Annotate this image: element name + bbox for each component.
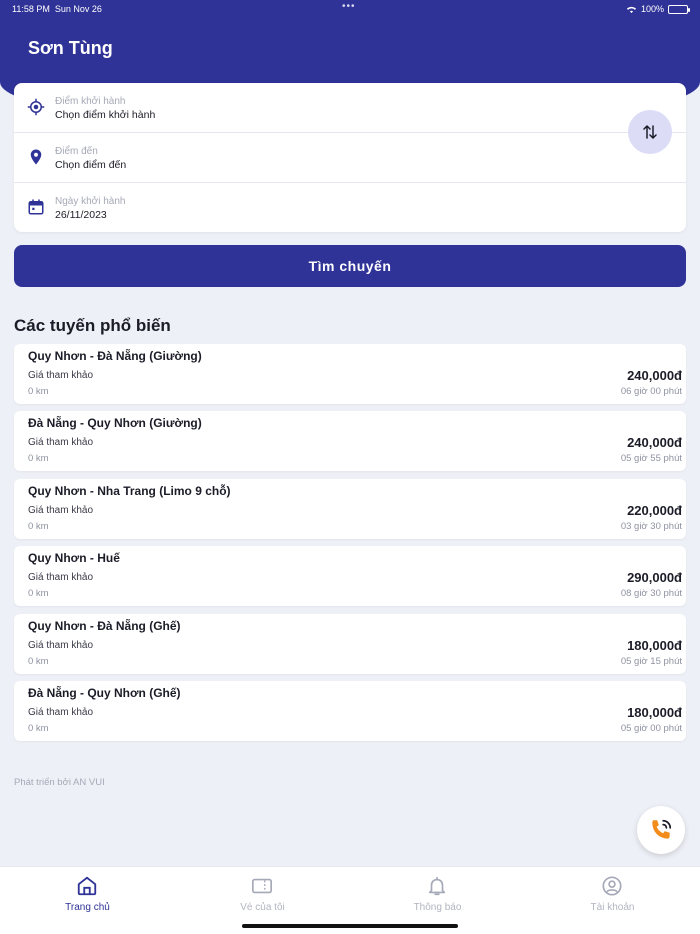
- popular-routes-title: Các tuyến phổ biến: [14, 316, 171, 335]
- departure-field[interactable]: Điểm khởi hành Chọn điểm khởi hành: [14, 83, 686, 132]
- route-card[interactable]: Quy Nhơn - Nha Trang (Limo 9 chỗ) Giá tha…: [14, 478, 686, 539]
- route-name: Quy Nhơn - Đà Nẵng (Giường): [28, 349, 202, 363]
- bell-icon: [428, 876, 446, 896]
- route-card[interactable]: Quy Nhơn - Đà Nẵng (Ghế) Giá tham khảo 0 k…: [14, 613, 686, 674]
- route-price-label: Giá tham khảo: [28, 572, 94, 584]
- route-duration: 05 giờ 15 phút: [620, 655, 682, 667]
- user-icon: [602, 876, 622, 896]
- date-label: Ngày khởi hành: [55, 196, 126, 207]
- route-card[interactable]: Đà Nẵng - Quy Nhơn (Ghế) Giá tham khảo 0 k…: [14, 680, 686, 741]
- route-price: 290,000đ: [627, 570, 682, 586]
- route-name: Quy Nhơn - Nha Trang (Limo 9 chỗ): [28, 483, 231, 498]
- user-name: Sơn Tùng: [28, 38, 113, 58]
- route-price: 180,000đ: [627, 704, 682, 720]
- map-pin-icon: [30, 149, 42, 165]
- nav-notifications-label: Thông báo: [413, 902, 462, 913]
- route-price-label: Giá tham khảo: [28, 370, 94, 381]
- status-indicators: 100%: [626, 4, 690, 14]
- date-field[interactable]: Ngày khởi hành 26/11/2023: [14, 182, 686, 231]
- departure-label: Điểm khởi hành: [55, 96, 126, 107]
- route-name: Quy Nhơn - Đà Nẵng (Ghế): [28, 618, 181, 633]
- battery-icon: [668, 4, 690, 14]
- nav-account-label: Tài khoản: [590, 902, 635, 913]
- nav-home[interactable]: Trang chủ: [0, 867, 175, 927]
- route-distance: 0 km: [28, 386, 49, 397]
- calendar-icon: [28, 199, 44, 215]
- route-card[interactable]: Quy Nhơn - Huế Giá tham khảo 0 km 290,000đ 0…: [14, 546, 686, 607]
- ticket-icon: [252, 878, 272, 894]
- status-bar: 11:58 PM Sun Nov 26 ••• 100%: [0, 0, 700, 18]
- route-card[interactable]: Đà Nẵng - Quy Nhơn (Giường) Giá tham khảo…: [14, 411, 686, 472]
- wifi-icon: [626, 6, 637, 13]
- route-duration: 08 giờ 30 phút: [620, 588, 682, 600]
- nav-account[interactable]: Tài khoản: [525, 867, 700, 927]
- route-distance: 0 km: [28, 655, 49, 667]
- nav-home-label: Trang chủ: [65, 902, 110, 913]
- route-name: Đà Nẵng - Quy Nhơn (Giường): [28, 416, 202, 431]
- route-duration: 03 giờ 30 phút: [620, 520, 682, 532]
- location-target-icon: [27, 98, 45, 116]
- home-icon: [77, 876, 97, 896]
- route-name: Quy Nhơn - Huế: [28, 551, 120, 566]
- search-trips-button[interactable]: Tìm chuyến: [14, 245, 686, 287]
- route-duration: 05 giờ 00 phút: [620, 722, 682, 734]
- route-duration: 06 giờ 00 phút: [620, 386, 682, 397]
- swap-arrows-icon: [643, 125, 657, 139]
- route-price: 180,000đ: [627, 637, 682, 653]
- nav-my-tickets-label: Vé của tôi: [240, 902, 285, 913]
- route-price: 240,000đ: [627, 368, 682, 383]
- departure-value: Chọn điểm khởi hành: [55, 109, 156, 121]
- destination-value: Chọn điểm đến: [55, 159, 127, 171]
- route-duration: 05 giờ 55 phút: [620, 453, 682, 465]
- home-indicator: [242, 924, 458, 928]
- route-price-label: Giá tham khảo: [28, 437, 94, 449]
- route-price: 220,000đ: [627, 502, 682, 518]
- route-distance: 0 km: [28, 520, 49, 532]
- destination-field[interactable]: Điểm đến Chọn điểm đến: [14, 132, 686, 181]
- search-card: Điểm khởi hành Chọn điểm khởi hành Điểm …: [14, 83, 686, 232]
- multitask-dots-icon[interactable]: •••: [342, 1, 356, 12]
- route-name: Đà Nẵng - Quy Nhơn (Ghế): [28, 685, 181, 700]
- route-price-label: Giá tham khảo: [28, 504, 94, 516]
- popular-routes-list: Quy Nhơn - Đà Nẵng (Giường) Giá tham khảo…: [14, 344, 686, 748]
- call-hotline-button[interactable]: [637, 806, 685, 854]
- phone-call-icon: [652, 819, 672, 839]
- route-card[interactable]: Quy Nhơn - Đà Nẵng (Giường) Giá tham khảo…: [14, 344, 686, 404]
- battery-percent: 100%: [640, 4, 664, 14]
- date-value: 26/11/2023: [55, 209, 107, 221]
- route-distance: 0 km: [28, 722, 49, 734]
- developer-credit: Phát triển bởi AN VUI: [14, 777, 105, 788]
- route-price-label: Giá tham khảo: [28, 639, 94, 651]
- destination-label: Điểm đến: [55, 146, 98, 157]
- swap-locations-button[interactable]: [628, 110, 672, 154]
- route-price: 240,000đ: [627, 435, 682, 451]
- route-price-label: Giá tham khảo: [28, 706, 94, 718]
- nav-notifications[interactable]: Thông báo: [350, 867, 525, 927]
- status-time: 11:58 PM Sun Nov 26: [12, 4, 102, 14]
- route-distance: 0 km: [28, 588, 49, 600]
- nav-my-tickets[interactable]: Vé của tôi: [175, 867, 350, 927]
- route-distance: 0 km: [28, 453, 49, 465]
